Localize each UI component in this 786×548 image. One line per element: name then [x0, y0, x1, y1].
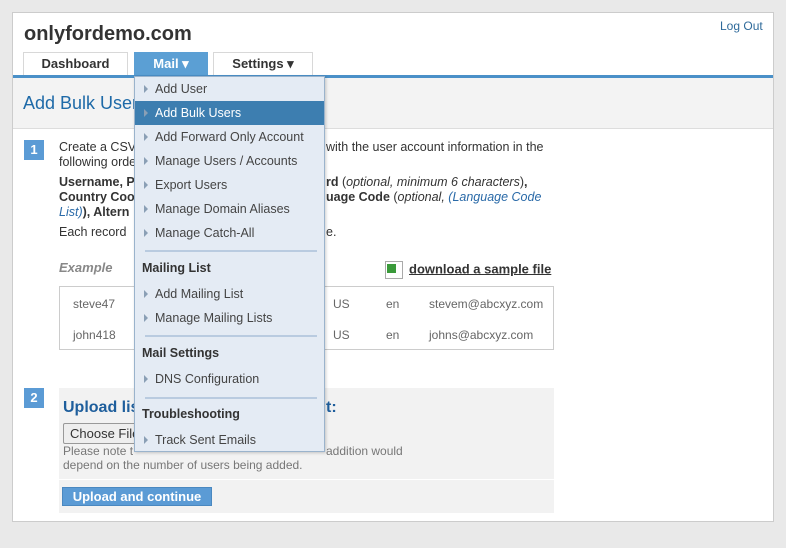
upload-note: addition would — [326, 444, 403, 458]
step1-fields: Country Coo — [59, 190, 135, 204]
field-name: ), Altern — [82, 205, 130, 219]
tab-mail[interactable]: Mail ▾ — [134, 52, 208, 76]
site-title: onlyfordemo.com — [24, 23, 192, 45]
menu-item-domain-aliases[interactable]: Manage Domain Aliases — [135, 197, 324, 221]
menu-separator — [145, 250, 317, 252]
excel-file-icon — [385, 261, 403, 279]
cell-user: steve47 — [73, 297, 116, 311]
step1-text: e. — [326, 225, 337, 239]
menu-item-manage-users[interactable]: Manage Users / Accounts — [135, 149, 324, 173]
field-note: optional, — [397, 190, 449, 204]
cell-email: stevem@abcxyz.com — [429, 297, 544, 311]
step1-text: Each record — [59, 225, 127, 239]
step1-text: Create a CSV — [59, 140, 137, 154]
upload-note: Please note t — [63, 444, 134, 458]
menu-item-export-users[interactable]: Export Users — [135, 173, 324, 197]
menu-item-add-user[interactable]: Add User — [135, 77, 324, 101]
choose-file-button[interactable]: Choose File — [63, 423, 143, 444]
language-code-link[interactable]: (Language Code — [448, 190, 541, 204]
menu-item-add-mailing-list[interactable]: Add Mailing List — [135, 282, 324, 306]
upload-heading: Upload lis — [63, 399, 140, 416]
step-1-badge: 1 — [24, 140, 44, 160]
step1-text: following orde — [59, 155, 137, 169]
tab-settings[interactable]: Settings ▾ — [213, 52, 313, 76]
upload-and-continue-button[interactable]: Upload and continue — [62, 487, 212, 506]
page-title: Add Bulk Users — [23, 93, 148, 113]
cell-country: US — [333, 297, 350, 311]
menu-separator — [145, 397, 317, 399]
mail-dropdown-menu: Add User Add Bulk Users Add Forward Only… — [134, 76, 325, 452]
tab-dashboard[interactable]: Dashboard — [23, 52, 128, 76]
menu-item-add-forward-only[interactable]: Add Forward Only Account — [135, 125, 324, 149]
download-link-text[interactable]: download a sample file — [409, 261, 551, 276]
example-label: Example — [59, 260, 113, 275]
field-name: uage Code — [326, 190, 390, 204]
menu-item-add-bulk-users[interactable]: Add Bulk Users — [135, 101, 324, 125]
menu-item-dns-configuration[interactable]: DNS Configuration — [135, 367, 324, 391]
menu-item-manage-mailing-lists[interactable]: Manage Mailing Lists — [135, 306, 324, 330]
cell-country: US — [333, 328, 350, 342]
upload-heading: t: — [326, 399, 337, 416]
cell-lang: en — [386, 328, 400, 342]
field-name: rd — [326, 175, 339, 189]
upload-note: depend on the number of users being adde… — [63, 458, 303, 472]
cell-user: john418 — [73, 328, 116, 342]
menu-item-track-sent-emails[interactable]: Track Sent Emails — [135, 428, 324, 452]
step-2-badge: 2 — [24, 388, 44, 408]
step1-text: with the user account information in the — [326, 140, 544, 154]
step1-fields: Username, P — [59, 175, 135, 189]
step1-fields: rd (optional, minimum 6 characters), — [326, 175, 528, 189]
download-sample-link[interactable]: download a sample file — [385, 261, 551, 279]
language-code-link[interactable]: List) — [59, 205, 83, 219]
menu-header-mailing-list: Mailing List — [142, 261, 211, 275]
page: onlyfordemo.com Log Out Dashboard Mail ▾… — [12, 12, 774, 522]
menu-separator — [145, 335, 317, 337]
divider — [59, 479, 554, 480]
cell-lang: en — [386, 297, 400, 311]
cell-email: johns@abcxyz.com — [429, 328, 534, 342]
menu-item-catch-all[interactable]: Manage Catch-All — [135, 221, 324, 245]
step1-fields: uage Code (optional, (Language Code — [326, 190, 542, 204]
menu-header-troubleshooting: Troubleshooting — [142, 407, 240, 421]
logout-link[interactable]: Log Out — [720, 19, 763, 33]
step1-fields: List)), Altern — [59, 205, 129, 219]
field-note: optional, minimum 6 characters — [346, 175, 520, 189]
menu-header-mail-settings: Mail Settings — [142, 346, 220, 360]
